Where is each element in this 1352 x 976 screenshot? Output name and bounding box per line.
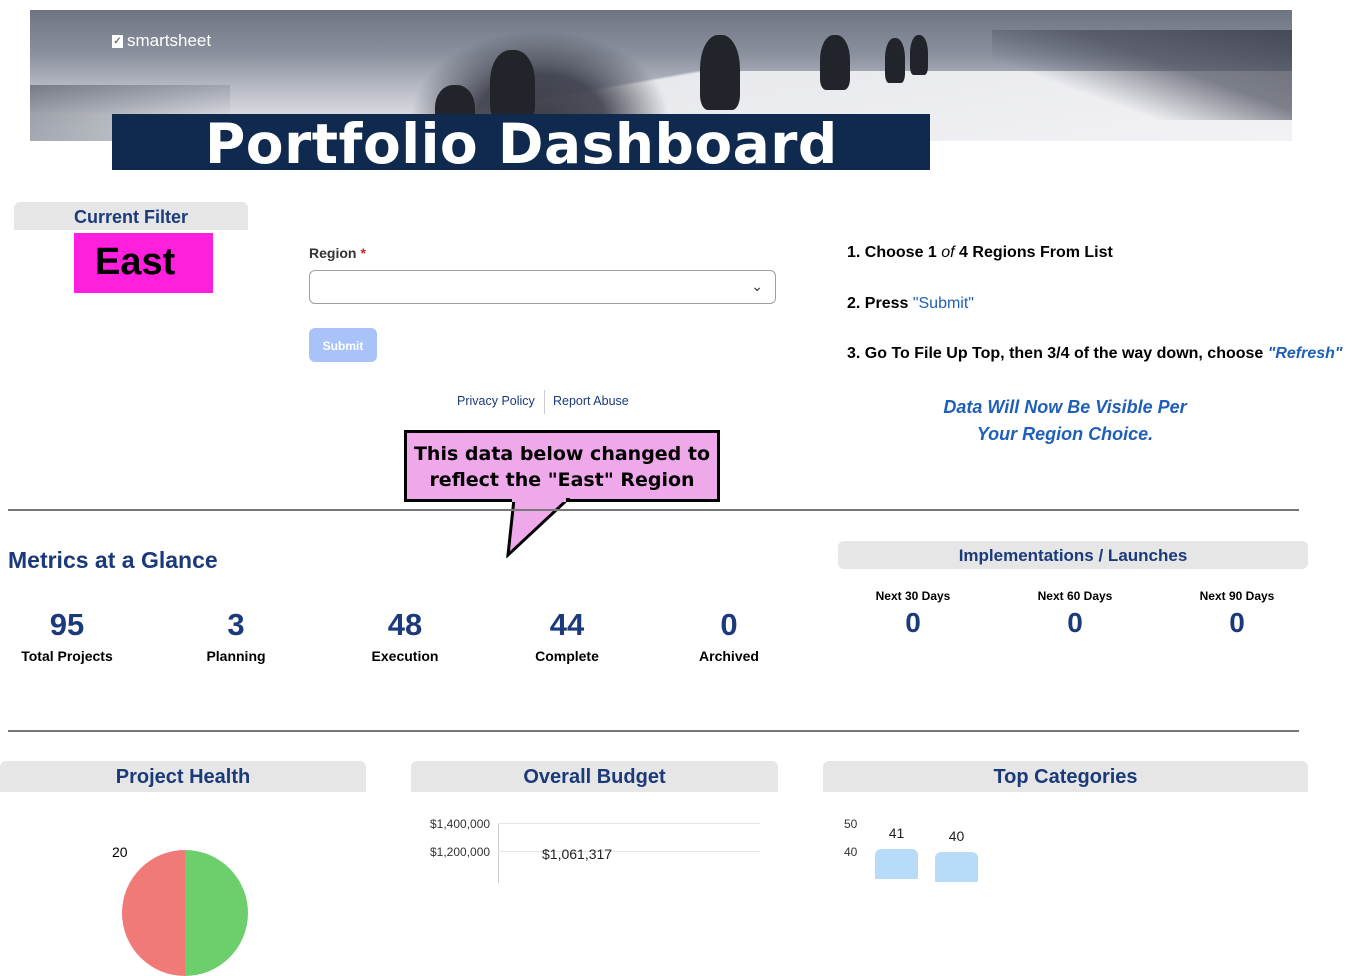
section-divider xyxy=(8,509,1299,511)
metric-label: Total Projects xyxy=(21,648,113,664)
annotation-callout: This data below changed to reflect the "… xyxy=(404,430,720,502)
impl-label: Next 60 Days xyxy=(1037,589,1113,603)
instruction-step-2: 2. Press "Submit" xyxy=(847,295,974,313)
metric-value: 48 xyxy=(387,607,423,642)
note-line-2: Your Region Choice. xyxy=(976,424,1154,444)
metric-value: 95 xyxy=(49,607,85,642)
region-label-text: Region xyxy=(309,245,357,261)
callout-pointer xyxy=(506,498,570,558)
section-divider xyxy=(8,730,1299,732)
dashboard-title-bar: Portfolio Dashboard xyxy=(112,112,930,176)
budget-gridline xyxy=(498,823,760,824)
metric-execution: 48 Execution xyxy=(335,607,475,665)
metric-label: Archived xyxy=(699,648,759,664)
metric-value: 44 xyxy=(549,607,585,642)
category-y-tick: 50 xyxy=(844,817,858,831)
checkmark-icon: ✓ xyxy=(112,34,123,48)
impl-next-60: Next 60 Days 0 xyxy=(1005,589,1145,639)
budget-data-label: $1,061,317 xyxy=(542,846,613,862)
metric-label: Planning xyxy=(206,648,266,664)
budget-y-tick: $1,400,000 xyxy=(430,817,491,831)
impl-value: 0 xyxy=(1229,607,1245,638)
chevron-down-icon: ⌄ xyxy=(751,278,763,294)
current-filter-value: East xyxy=(74,233,213,293)
metrics-title: Metrics at a Glance xyxy=(8,547,218,573)
metric-archived: 0 Archived xyxy=(659,607,799,665)
brand-name: smartsheet xyxy=(127,31,212,50)
impl-value: 0 xyxy=(1067,607,1083,638)
impl-next-90: Next 90 Days 0 xyxy=(1167,589,1307,639)
budget-y-tick: $1,200,000 xyxy=(430,845,491,859)
page-title: Portfolio Dashboard xyxy=(205,112,838,176)
instruction-step-1: 1. Choose 1 of 4 Regions From List xyxy=(847,244,1113,262)
metric-label: Execution xyxy=(371,648,439,664)
metric-total-projects: 95 Total Projects xyxy=(0,607,137,665)
required-marker: * xyxy=(360,245,366,261)
submit-button[interactable]: Submit xyxy=(309,328,377,362)
step1-of: of xyxy=(941,244,955,261)
metric-complete: 44 Complete xyxy=(497,607,637,665)
callout-line-2: reflect the "East" Region xyxy=(429,469,695,491)
current-filter-heading: Current Filter xyxy=(14,202,248,230)
step2-prefix: 2. Press xyxy=(847,295,913,312)
step2-submit-ref: "Submit" xyxy=(912,295,974,312)
category-bar-label: 41 xyxy=(888,825,905,841)
link-divider xyxy=(544,390,545,414)
pie-data-label: 20 xyxy=(112,844,128,860)
top-categories-heading: Top Categories xyxy=(823,761,1308,792)
impl-label: Next 30 Days xyxy=(875,589,951,603)
metric-value: 0 xyxy=(720,607,738,642)
instruction-note: Data Will Now Be Visible Per Your Region… xyxy=(940,394,1190,448)
project-health-heading: Project Health xyxy=(0,761,366,792)
budget-gridline xyxy=(498,851,760,852)
category-bar xyxy=(935,852,978,882)
step3-refresh-ref: "Refresh" xyxy=(1267,345,1343,362)
impl-value: 0 xyxy=(905,607,921,638)
step1-prefix: 1. Choose 1 xyxy=(847,244,942,261)
current-filter-text: East xyxy=(95,241,176,283)
overall-budget-heading: Overall Budget xyxy=(411,761,778,792)
impl-next-30: Next 30 Days 0 xyxy=(843,589,983,639)
privacy-policy-link[interactable]: Privacy Policy xyxy=(457,394,535,408)
implementations-heading: Implementations / Launches xyxy=(838,541,1308,569)
category-y-tick: 40 xyxy=(844,845,858,859)
region-dropdown[interactable]: ⌄ xyxy=(309,270,776,304)
budget-y-axis xyxy=(498,823,499,883)
step3-prefix: 3. Go To File Up Top, then 3/4 of the wa… xyxy=(847,345,1268,362)
category-bar xyxy=(875,849,918,879)
project-health-pie xyxy=(122,850,248,976)
note-line-1: Data Will Now Be Visible Per xyxy=(943,397,1187,417)
report-abuse-link[interactable]: Report Abuse xyxy=(553,394,629,408)
metric-value: 3 xyxy=(227,607,245,642)
category-bar-label: 40 xyxy=(948,828,965,844)
impl-label: Next 90 Days xyxy=(1199,589,1275,603)
callout-line-1: This data below changed to xyxy=(413,443,711,465)
smartsheet-logo: ✓ smartsheet xyxy=(112,31,211,51)
metric-planning: 3 Planning xyxy=(166,607,306,665)
step1-suffix: 4 Regions From List xyxy=(954,244,1113,261)
metric-label: Complete xyxy=(535,648,599,664)
region-field-label: Region * xyxy=(309,245,366,261)
instruction-step-3: 3. Go To File Up Top, then 3/4 of the wa… xyxy=(847,345,1343,363)
